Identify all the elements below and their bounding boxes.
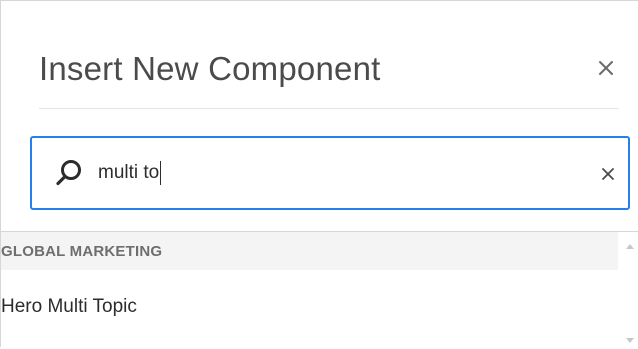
results-list: GLOBAL MARKETING Hero Multi Topic bbox=[1, 231, 638, 349]
scrollbar[interactable] bbox=[619, 232, 638, 349]
insert-component-dialog: Insert New Component multi to GLOBAL MAR… bbox=[0, 0, 638, 349]
list-item-label: Hero Multi Topic bbox=[1, 296, 137, 317]
close-icon bbox=[599, 61, 613, 75]
search-field[interactable]: multi to bbox=[30, 136, 630, 210]
scroll-up-arrow-icon[interactable] bbox=[626, 244, 634, 249]
group-label: GLOBAL MARKETING bbox=[1, 243, 163, 260]
dialog-title: Insert New Component bbox=[39, 50, 381, 87]
clear-search-button[interactable] bbox=[598, 164, 618, 184]
group-header: GLOBAL MARKETING bbox=[1, 232, 618, 270]
dialog-header: Insert New Component bbox=[39, 41, 619, 109]
search-input-value: multi to bbox=[98, 162, 160, 183]
close-button[interactable] bbox=[593, 55, 619, 81]
scroll-down-arrow-icon[interactable] bbox=[626, 338, 634, 343]
search-input[interactable]: multi to bbox=[98, 154, 578, 192]
search-icon bbox=[56, 160, 81, 186]
clear-icon bbox=[602, 168, 614, 180]
list-item[interactable]: Hero Multi Topic bbox=[1, 270, 618, 349]
text-caret bbox=[160, 161, 162, 185]
